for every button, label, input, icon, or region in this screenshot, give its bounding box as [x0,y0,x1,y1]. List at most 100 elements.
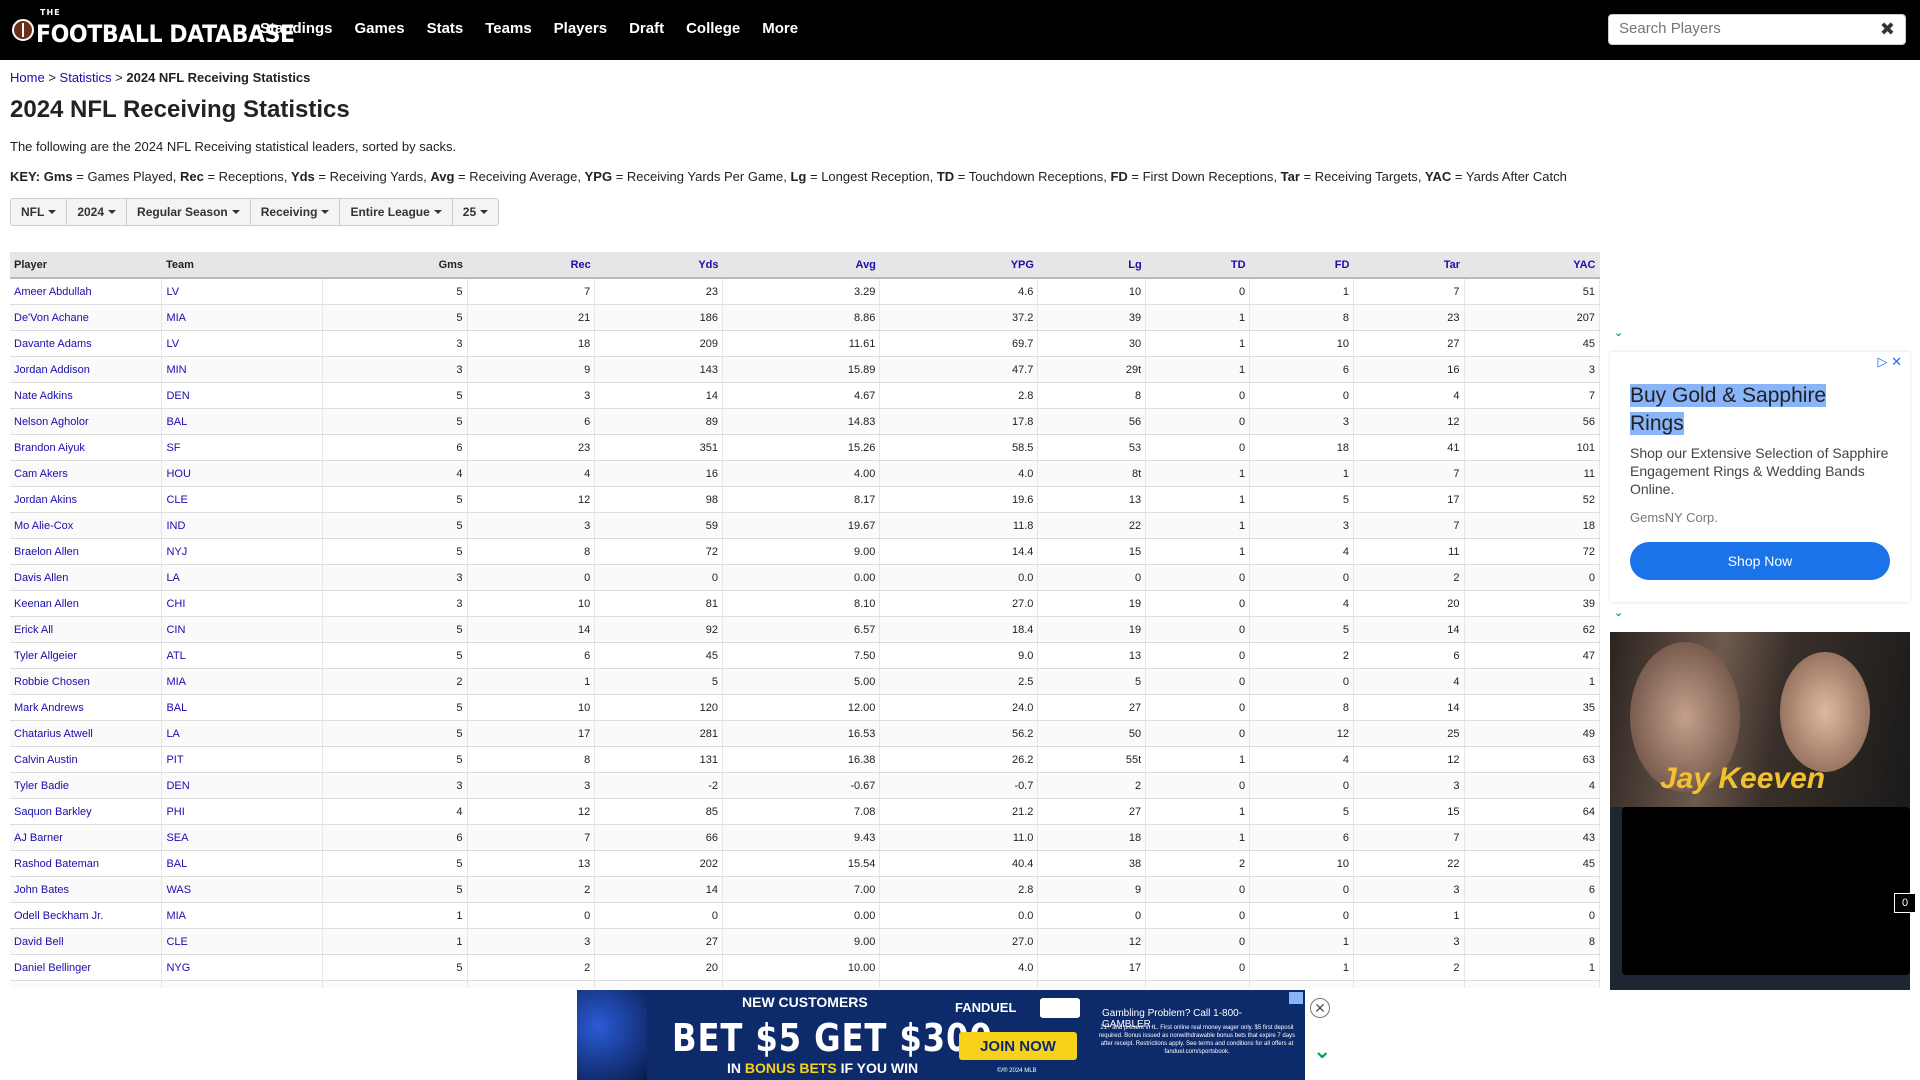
table-cell: 2 [1037,772,1147,799]
team-link[interactable]: BAL [166,702,187,714]
team-link[interactable]: DEN [166,390,189,402]
breadcrumb-statistics[interactable]: Statistics [60,70,112,85]
team-link[interactable]: LV [166,286,179,298]
nav-more[interactable]: More [762,20,798,37]
filter-dropdown[interactable]: Entire League [339,198,453,226]
nav-stats[interactable]: Stats [427,20,464,37]
team-link[interactable]: MIN [166,364,186,376]
sort-link[interactable]: YAC [1573,259,1595,271]
player-link[interactable]: Tyler Badie [14,780,69,792]
player-link[interactable]: Odell Beckham Jr. [14,910,103,922]
nav-standings[interactable]: Standings [260,20,333,37]
video-player[interactable] [1622,807,1910,975]
team-link[interactable]: MIA [166,676,186,688]
shop-now-button[interactable]: Shop Now [1630,542,1890,580]
player-link[interactable]: AJ Barner [14,832,63,844]
player-link[interactable]: Daniel Bellinger [14,962,91,974]
table-cell: 0 [1145,434,1251,461]
sort-link[interactable]: YPG [1011,259,1034,271]
table-cell: Saquon Barkley [10,798,163,825]
banner-fine-print: 21+ and present in IL. First online real… [1098,1025,1296,1055]
team-link[interactable]: CIN [166,624,185,636]
nav-draft[interactable]: Draft [629,20,664,37]
player-link[interactable]: Keenan Allen [14,598,79,610]
player-link[interactable]: Tyler Allgeier [14,650,77,662]
filter-dropdown[interactable]: Receiving [249,198,341,226]
team-link[interactable]: ATL [166,650,185,662]
sort-link[interactable]: FD [1335,259,1350,271]
team-link[interactable]: MIA [166,312,186,324]
team-link[interactable]: PHI [166,806,184,818]
player-link[interactable]: Jordan Akins [14,494,77,506]
player-link[interactable]: John Bates [14,884,69,896]
team-link[interactable]: BAL [166,416,187,428]
player-link[interactable]: Ameer Abdullah [14,286,92,298]
filter-dropdown[interactable]: 2024 [66,198,128,226]
team-link[interactable]: DEN [166,780,189,792]
team-link[interactable]: CLE [166,936,187,948]
team-link[interactable]: PIT [166,754,183,766]
sort-link[interactable]: Yds [698,259,718,271]
player-link[interactable]: Rashod Bateman [14,858,99,870]
team-link[interactable]: SEA [166,832,188,844]
player-link[interactable]: Mark Andrews [14,702,84,714]
join-now-button[interactable]: JOIN NOW [959,1032,1077,1060]
player-link[interactable]: Cam Akers [14,468,68,480]
player-link[interactable]: Braelon Allen [14,546,79,558]
nav-players[interactable]: Players [554,20,607,37]
ad-gold-rings[interactable]: ▷ ✕ Buy Gold & Sapphire Rings Shop our E… [1610,352,1910,602]
nav-college[interactable]: College [686,20,740,37]
team-link[interactable]: NYG [166,962,190,974]
player-link[interactable]: Davante Adams [14,338,92,350]
close-ad-icon[interactable]: ✕ [1310,998,1330,1018]
sort-link[interactable]: Lg [1128,259,1141,271]
sort-link[interactable]: Tar [1444,259,1460,271]
video-ad[interactable]: Jay Keeven [1610,632,1910,990]
bottom-banner-ad[interactable]: NEW CUSTOMERS BET $5 GET $300 IN BONUS B… [577,990,1305,1080]
table-cell: 4.67 [722,382,881,409]
player-link[interactable]: Davis Allen [14,572,68,584]
player-link[interactable]: Nelson Agholor [14,416,89,428]
table-cell: 5 [322,616,468,643]
team-link[interactable]: SF [166,442,180,454]
team-link[interactable]: CHI [166,598,185,610]
player-link[interactable]: Erick All [14,624,53,636]
player-link[interactable]: Saquon Barkley [14,806,92,818]
clear-search-icon[interactable]: ✖ [1880,19,1895,40]
player-link[interactable]: Mo Alie-Cox [14,520,73,532]
sort-link[interactable]: Rec [571,259,591,271]
team-link[interactable]: MIA [166,910,186,922]
team-link[interactable]: WAS [166,884,191,896]
player-link[interactable]: Chatarius Atwell [14,728,93,740]
player-link[interactable]: De'Von Achane [14,312,89,324]
search-input[interactable] [1609,15,1869,42]
table-row: Tyler Badie DEN 3 3 -2 -0.67 -0.7 2 0 0 3 4 [10,772,1600,799]
player-link[interactable]: Jordan Addison [14,364,90,376]
team-link[interactable]: CLE [166,494,187,506]
player-link[interactable]: Robbie Chosen [14,676,90,688]
nav-games[interactable]: Games [355,20,405,37]
filter-dropdown[interactable]: NFL [10,198,68,226]
filter-dropdown[interactable]: Regular Season [126,198,251,226]
sort-link[interactable]: TD [1231,259,1246,271]
nav-teams[interactable]: Teams [485,20,531,37]
team-link[interactable]: HOU [166,468,190,480]
sort-link[interactable]: Avg [856,259,876,271]
player-link[interactable]: Calvin Austin [14,754,78,766]
breadcrumb-home[interactable]: Home [10,70,45,85]
team-link[interactable]: LV [166,338,179,350]
team-link[interactable]: IND [166,520,185,532]
player-link[interactable]: Brandon Aiyuk [14,442,85,454]
player-link[interactable]: Nate Adkins [14,390,73,402]
adchoices-icon[interactable] [1289,992,1303,1004]
team-link[interactable]: LA [166,572,179,584]
team-link[interactable]: SF [166,988,180,989]
player-link[interactable]: David Bell [14,936,64,948]
adchoices-icon[interactable]: ▷ ✕ [1877,354,1902,370]
team-link[interactable]: LA [166,728,179,740]
table-cell: 2.5 [879,668,1039,695]
player-link[interactable]: Ronnie Bell [14,988,70,989]
team-link[interactable]: NYJ [166,546,187,558]
team-link[interactable]: BAL [166,858,187,870]
filter-dropdown[interactable]: 25 [451,198,500,226]
